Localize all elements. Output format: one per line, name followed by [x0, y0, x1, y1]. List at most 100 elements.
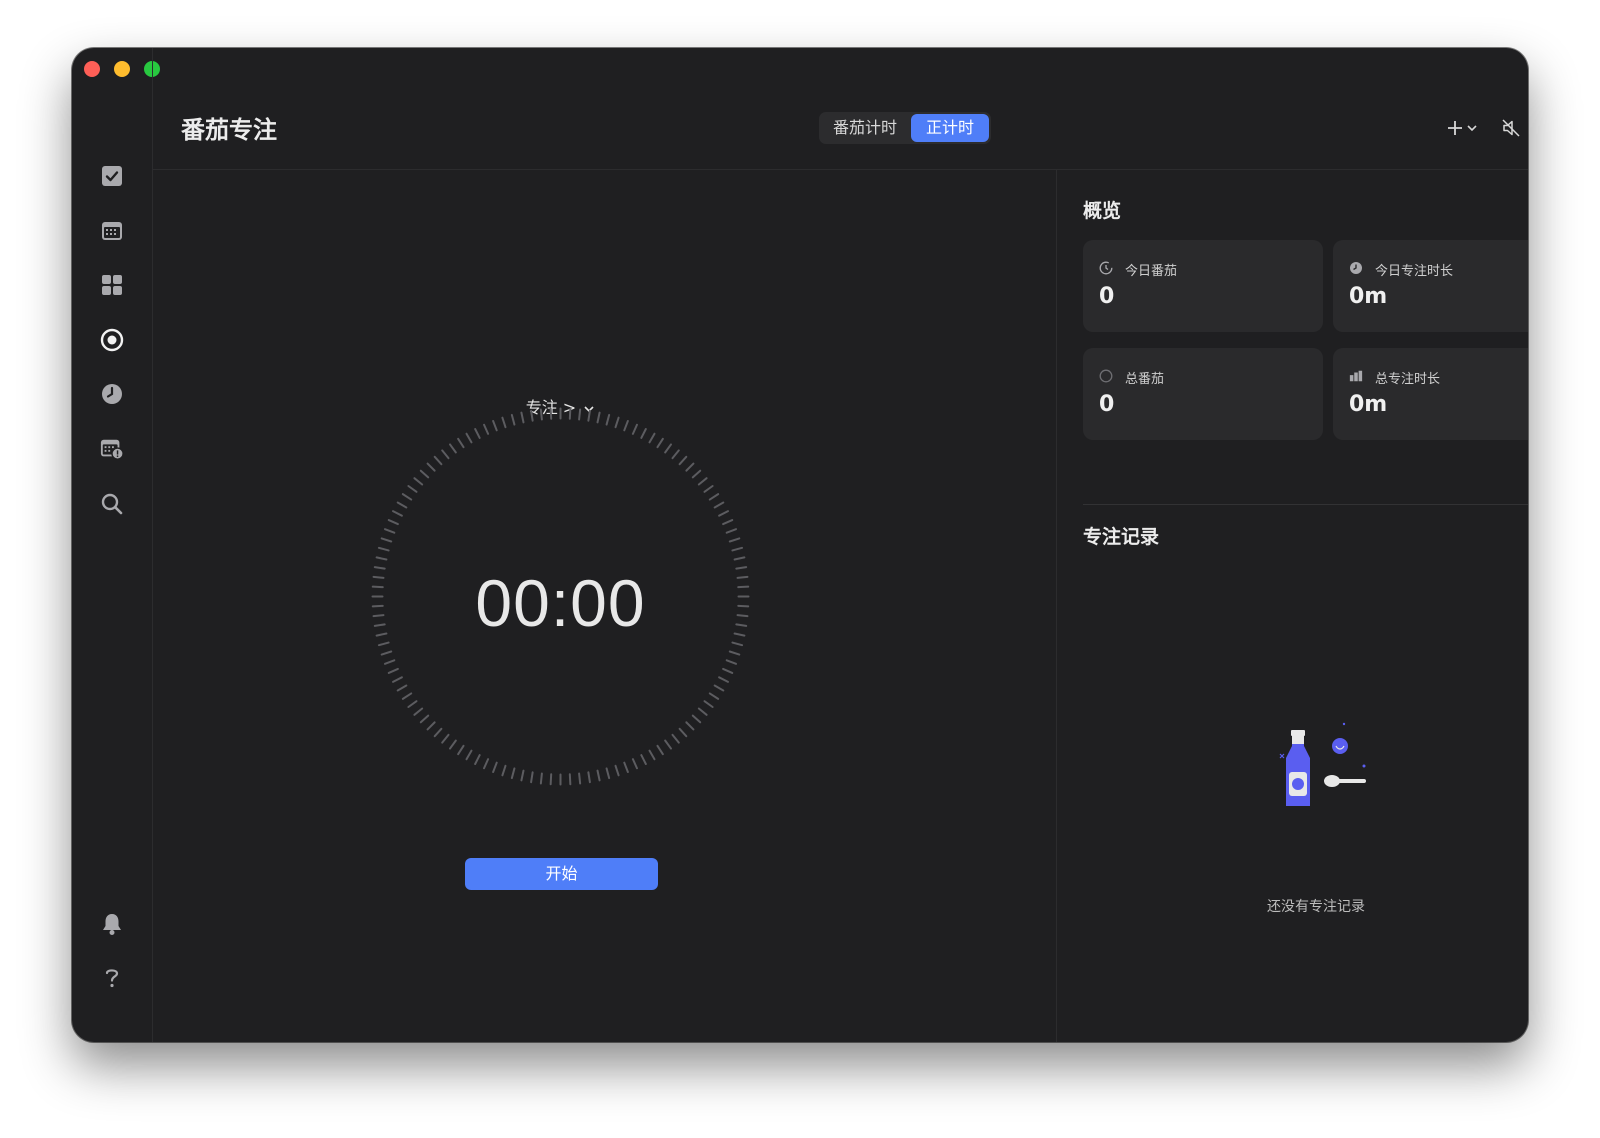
mute-button[interactable] — [1501, 118, 1521, 138]
dial-tick — [691, 469, 702, 479]
stats-panel: 概览 今日番茄 0 今日专注时长 0m 总番茄 0 总专注时长 0m 专注记录 … — [1056, 170, 1528, 1042]
dial-tick — [426, 721, 436, 731]
stat-value: 0 — [1099, 392, 1115, 417]
stat-card-today-duration: 今日专注时长 0m — [1333, 240, 1528, 332]
sidebar-item-habit[interactable] — [100, 382, 124, 406]
dial-tick — [631, 423, 638, 435]
dial-tick — [725, 528, 738, 534]
sidebar-item-countdown[interactable] — [100, 437, 124, 461]
dial-tick — [387, 519, 399, 526]
mode-segmented-control: 番茄计时 正计时 — [819, 112, 991, 144]
dial-tick — [648, 432, 656, 444]
timer-display: 00:00 — [475, 566, 646, 640]
dial-tick — [457, 744, 465, 756]
dial-tick — [380, 537, 393, 543]
stat-label: 今日番茄 — [1125, 264, 1178, 279]
start-button[interactable]: 开始 — [465, 858, 658, 890]
dial-tick — [685, 462, 695, 472]
dial-tick — [377, 641, 390, 647]
clock-icon — [102, 384, 122, 404]
dial-tick — [708, 692, 720, 700]
dial-tick — [656, 744, 664, 756]
overview-title: 概览 — [1083, 200, 1122, 222]
sidebar-item-focus[interactable] — [100, 328, 124, 352]
sidebar-item-calendar[interactable] — [100, 219, 124, 243]
dial-tick — [433, 727, 443, 738]
empty-records-illustration — [1279, 722, 1366, 806]
dial-tick — [722, 667, 734, 674]
dial-tick — [377, 546, 390, 552]
stat-value: 0m — [1349, 392, 1388, 417]
dial-tick — [697, 707, 708, 716]
dial-tick — [605, 767, 611, 780]
plus-chevron-icon — [1448, 121, 1477, 135]
dial-tick — [691, 714, 702, 724]
dial-tick — [671, 733, 680, 744]
dial-tick — [520, 769, 525, 782]
help-icon — [105, 969, 119, 988]
dial-tick — [605, 413, 611, 426]
help-button[interactable] — [100, 966, 124, 990]
dial-tick — [596, 769, 601, 782]
dial-tick — [671, 449, 680, 460]
dial-tick — [713, 501, 725, 509]
dial-tick — [731, 546, 744, 552]
dial-tick — [387, 667, 399, 674]
focus-target-icon — [100, 328, 124, 352]
dial-tick — [664, 739, 672, 750]
dial-tick — [623, 419, 629, 432]
dial-tick — [510, 767, 516, 780]
dial-tick — [623, 761, 629, 774]
dial-tick — [449, 739, 457, 750]
dial-tick — [578, 408, 582, 421]
dial-tick — [697, 477, 708, 486]
dial-tick — [474, 427, 481, 439]
dial-tick — [703, 700, 714, 708]
sidebar-item-search[interactable] — [100, 492, 124, 516]
dial-tick — [396, 501, 408, 509]
dial-tick — [501, 764, 507, 777]
tab-pomodoro[interactable]: 番茄计时 — [821, 114, 909, 142]
dial-tick — [596, 411, 601, 424]
notifications-button[interactable] — [100, 912, 124, 936]
dial-tick — [520, 411, 525, 424]
calendar-alert-icon — [100, 439, 124, 460]
circle-icon — [1099, 369, 1113, 383]
add-menu-button[interactable] — [1447, 118, 1479, 138]
stat-value: 0 — [1099, 284, 1115, 309]
timer-icon — [1099, 261, 1113, 275]
dial-tick — [457, 437, 465, 449]
dial-tick — [492, 419, 498, 432]
bar-chart-icon — [1349, 369, 1363, 383]
stat-label: 今日专注时长 — [1375, 264, 1454, 279]
dial-tick — [640, 754, 647, 766]
dial-tick — [713, 684, 725, 692]
search-icon — [101, 493, 123, 515]
stat-label: 总番茄 — [1125, 372, 1165, 387]
dial-tick — [568, 407, 572, 420]
stat-card-today-pomodoro: 今日番茄 0 — [1083, 240, 1323, 332]
page-title: 番茄专注 — [181, 116, 277, 144]
dial-tick — [441, 733, 450, 744]
sidebar-item-tasks[interactable] — [100, 164, 124, 188]
tab-stopwatch[interactable]: 正计时 — [911, 114, 989, 142]
dial-tick — [640, 427, 647, 439]
dial-tick — [703, 485, 714, 493]
mute-icon — [1502, 119, 1520, 137]
dial-tick — [728, 537, 741, 543]
dial-tick — [539, 408, 543, 421]
sidebar-item-matrix[interactable] — [100, 273, 124, 297]
dial-tick — [530, 771, 534, 784]
dial-tick — [725, 659, 738, 665]
dial-tick — [380, 650, 393, 656]
dial-tick — [678, 727, 688, 738]
dial-tick — [731, 641, 744, 647]
app-window: 番茄专注 番茄计时 正计时 专注 > 00:00 开始 概览 今日番茄 0 今日… — [72, 48, 1528, 1042]
dial-tick — [733, 556, 746, 561]
dial-tick — [419, 714, 430, 724]
dial-tick — [449, 443, 457, 454]
dial-tick — [664, 443, 672, 454]
dial-tick — [383, 659, 396, 665]
dial-tick — [413, 477, 424, 486]
stat-card-total-pomodoro: 总番茄 0 — [1083, 348, 1323, 440]
